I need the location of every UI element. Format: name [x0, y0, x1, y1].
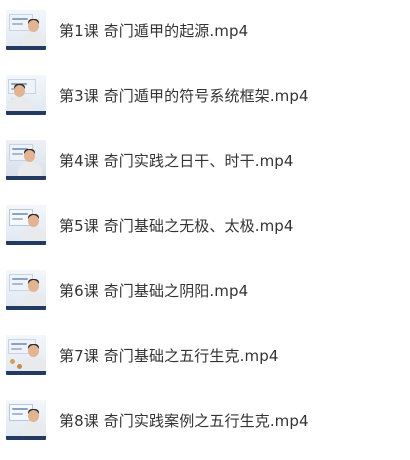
- video-thumbnail[interactable]: [6, 400, 46, 440]
- file-item-lesson-1[interactable]: 第1课 奇门遁甲的起源.mp4: [0, 1, 410, 59]
- file-name: 第1课 奇门遁甲的起源.mp4: [59, 21, 249, 40]
- file-name: 第4课 奇门实践之日干、时干.mp4: [59, 151, 294, 170]
- file-item-lesson-7[interactable]: 第7课 奇门基础之五行生克.mp4: [0, 326, 410, 384]
- video-thumbnail[interactable]: [6, 270, 46, 310]
- video-thumbnail[interactable]: [6, 10, 46, 50]
- file-item-lesson-6[interactable]: 第6课 奇门基础之阴阳.mp4: [0, 261, 410, 319]
- file-item-lesson-8[interactable]: 第8课 奇门实践案例之五行生克.mp4: [0, 391, 410, 449]
- file-name: 第8课 奇门实践案例之五行生克.mp4: [59, 411, 309, 430]
- file-name: 第7课 奇门基础之五行生克.mp4: [59, 346, 279, 365]
- file-name: 第5课 奇门基础之无极、太极.mp4: [59, 216, 294, 235]
- video-file-list: 第1课 奇门遁甲的起源.mp4 第3课 奇门遁甲的符号系统框架.mp4 第4课 …: [0, 0, 410, 460]
- video-thumbnail[interactable]: [6, 75, 46, 115]
- file-item-lesson-4[interactable]: 第4课 奇门实践之日干、时干.mp4: [0, 131, 410, 189]
- file-item-lesson-5[interactable]: 第5课 奇门基础之无极、太极.mp4: [0, 196, 410, 254]
- file-name: 第6课 奇门基础之阴阳.mp4: [59, 281, 249, 300]
- file-item-lesson-3[interactable]: 第3课 奇门遁甲的符号系统框架.mp4: [0, 66, 410, 124]
- file-name: 第3课 奇门遁甲的符号系统框架.mp4: [59, 86, 309, 105]
- video-thumbnail[interactable]: [6, 205, 46, 245]
- video-thumbnail[interactable]: [6, 140, 46, 180]
- video-thumbnail[interactable]: [6, 335, 46, 375]
